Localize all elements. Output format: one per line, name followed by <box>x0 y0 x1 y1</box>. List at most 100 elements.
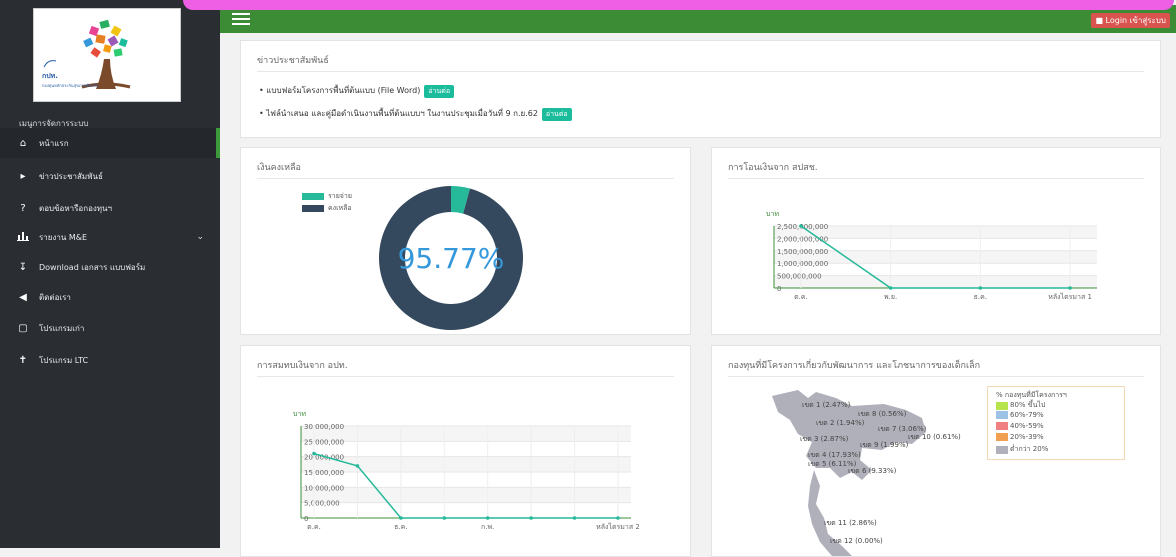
y-tick-label: 15,000,000 <box>304 469 344 477</box>
sidebar-item-ltc[interactable]: ✝ โปรแกรม LTC <box>0 345 220 375</box>
grid-band <box>774 275 1097 288</box>
sidebar-item-label: หน้าแรก <box>39 138 69 148</box>
window-icon: ▢ <box>18 322 28 334</box>
y-tick-label: 30,000,000 <box>304 423 344 431</box>
contrib-line-chart: บาท30,000,00025,000,00020,000,00015,000,… <box>293 410 640 531</box>
map-region-label[interactable]: เขต 2 (1.94%) <box>816 418 864 429</box>
map-legend: % กองทุนที่มีโครงการฯ 80% ขึ้นไป 60%-79%… <box>987 386 1125 460</box>
donut-chart: 95.77% <box>379 186 523 330</box>
map-legend-label: 80% ขึ้นไป <box>1010 401 1046 409</box>
chevron-down-icon: ⌄ <box>196 232 204 242</box>
data-point <box>1068 286 1072 290</box>
contrib-panel: การสมทบเงินจาก อปท. บาท 30,000,000 25,000,… <box>240 345 691 557</box>
sidebar-item-label: รายงาน M&E <box>39 232 88 242</box>
sidebar-item-label: ติดต่อเรา <box>39 292 71 302</box>
map-region-label[interactable]: เขต 11 (2.86%) <box>824 518 877 529</box>
person-icon: ✝ <box>18 354 28 366</box>
data-point <box>485 516 490 520</box>
sidebar-item-label: ตอบข้อหารือกองทุนฯ <box>39 203 113 213</box>
bullhorn-icon: ▸ <box>20 170 26 182</box>
map-region-label[interactable]: เขต 12 (0.00%) <box>830 536 883 547</box>
data-point <box>888 286 893 290</box>
legend-swatch <box>996 422 1008 430</box>
hamburger-menu-icon[interactable] <box>232 13 250 28</box>
news-item-text[interactable]: • แบบฟอร์มโครงการพื้นที่ต้นแบบ (File Wor… <box>259 86 420 95</box>
map-region-label[interactable]: เขต 8 (0.56%) <box>858 409 906 420</box>
download-icon: ↧ <box>18 261 28 273</box>
question-icon: ? <box>20 202 26 214</box>
news-panel: ข่าวประชาสัมพันธ์ • แบบฟอร์มโครงการพื้นท… <box>240 40 1161 138</box>
data-point <box>616 516 620 520</box>
y-tick-label: 0 <box>777 285 781 293</box>
legend-swatch <box>996 411 1008 419</box>
share-icon: ◀ <box>19 291 27 303</box>
y-axis-unit-label: บาท <box>766 210 779 218</box>
news-item: • ไฟล์นำเสนอ และคู่มือดำเนินงานพื้นที่ต้… <box>259 107 572 121</box>
map-region-label[interactable]: เขต 3 (2.87%) <box>800 434 848 445</box>
y-tick-label: 1,000,000,000 <box>777 260 828 268</box>
read-more-button[interactable]: อ่านต่อ <box>541 108 572 121</box>
balance-panel: เงินคงเหลือ รายจ่าย คงเหลือ 95.77% <box>240 147 691 335</box>
sidebar: กปท. กองทุนหลักประกันสุขภาพท้องถิ่น เมนู… <box>0 0 220 548</box>
grid-band <box>301 487 631 503</box>
map-legend-label: ต่ำกว่า 20% <box>1010 445 1049 453</box>
sidebar-item-contact[interactable]: ◀ ติดต่อเรา <box>0 282 220 312</box>
news-item-text[interactable]: • ไฟล์นำเสนอ และคู่มือดำเนินงานพื้นที่ต้… <box>259 109 538 118</box>
map-region-label[interactable]: เขต 9 (1.99%) <box>860 440 908 451</box>
data-point <box>312 451 316 456</box>
map-region-label[interactable]: เขต 10 (0.61%) <box>908 432 961 443</box>
donut-center-label: 95.77% <box>398 242 505 275</box>
highlight-band <box>183 0 1174 10</box>
data-point <box>572 516 577 520</box>
y-tick-label: 500,000,000 <box>777 273 822 281</box>
divider <box>257 71 1144 72</box>
x-tick-label: หลังไตรมาส 2 <box>596 522 640 531</box>
logo[interactable]: กปท. กองทุนหลักประกันสุขภาพท้องถิ่น <box>33 8 181 102</box>
x-tick-label: ธ.ค. <box>974 293 987 301</box>
sidebar-item-report[interactable]: รายงาน M&E ⌄ <box>0 222 220 252</box>
sidebar-item-qa[interactable]: ? ตอบข้อหารือกองทุนฯ <box>0 193 220 223</box>
map-legend-item: 60%-79% <box>996 411 1044 419</box>
sidebar-item-label: โปรแกรม LTC <box>39 355 89 365</box>
data-point <box>355 464 360 468</box>
y-tick-label: 0 <box>304 515 308 523</box>
logo-text: กองทุนหลักประกันสุขภาพท้องถิ่น <box>42 83 99 88</box>
sidebar-item-news[interactable]: ▸ ข่าวประชาสัมพันธ์ <box>0 161 220 191</box>
transfer-panel: การโอนเงินจาก สปสช. บาท 2,500,000,000 2,00… <box>711 147 1161 335</box>
y-tick-label: 5,000,000 <box>304 500 340 508</box>
data-point <box>799 224 803 228</box>
x-tick-label: ก.พ. <box>481 523 494 531</box>
read-more-button[interactable]: อ่านต่อ <box>424 85 455 98</box>
legend-swatch <box>996 433 1008 441</box>
home-icon: ⌂ <box>19 137 27 149</box>
login-label: Login เข้าสู่ระบบ <box>1105 16 1166 25</box>
x-tick-label: หลังไตรมาส 1 <box>1048 292 1092 301</box>
data-point <box>978 286 983 290</box>
map-region-label[interactable]: เขต 6 (9.33%) <box>848 466 896 477</box>
y-tick-label: 25,000,000 <box>304 438 344 446</box>
map-legend-item: 20%-39% <box>996 433 1044 441</box>
legend-swatch <box>996 445 1008 454</box>
login-button[interactable]: ■ Login เข้าสู่ระบบ <box>1091 13 1170 28</box>
x-tick-label: ต.ค. <box>794 293 808 301</box>
data-point <box>442 516 447 520</box>
childfund-panel: กองทุนที่มีโครงการเกี่ยวกับพัฒนาการ และโ… <box>711 345 1161 557</box>
sidebar-item-old-program[interactable]: ▢ โปรแกรมเก่า <box>0 313 220 343</box>
map-legend-item: 80% ขึ้นไป <box>996 400 1045 411</box>
map-legend-label: 60%-79% <box>1010 411 1044 419</box>
sidebar-item-download[interactable]: ↧ Download เอกสาร แบบฟอร์ม <box>0 252 220 282</box>
news-title: ข่าวประชาสัมพันธ์ <box>257 56 329 66</box>
y-tick-label: 10,000,000 <box>304 484 344 492</box>
logo-abbr: กปท. <box>42 72 58 80</box>
data-point <box>399 516 403 520</box>
sidebar-item-label: ข่าวประชาสัมพันธ์ <box>39 171 103 181</box>
y-axis-unit-label: บาท <box>293 410 306 418</box>
sidebar-item-home[interactable]: ⌂ หน้าแรก <box>0 128 220 158</box>
map-region-label[interactable]: เขต 1 (2.47%) <box>802 400 850 411</box>
map-legend-item: ต่ำกว่า 20% <box>996 444 1048 455</box>
sidebar-item-label: Download เอกสาร แบบฟอร์ม <box>39 262 146 272</box>
transfer-line-chart: บาท2,500,000,0002,000,000,0001,500,000,0… <box>766 210 1097 301</box>
grid-band <box>301 426 631 442</box>
map-legend-item: 40%-59% <box>996 422 1044 430</box>
legend-swatch <box>996 401 1008 410</box>
